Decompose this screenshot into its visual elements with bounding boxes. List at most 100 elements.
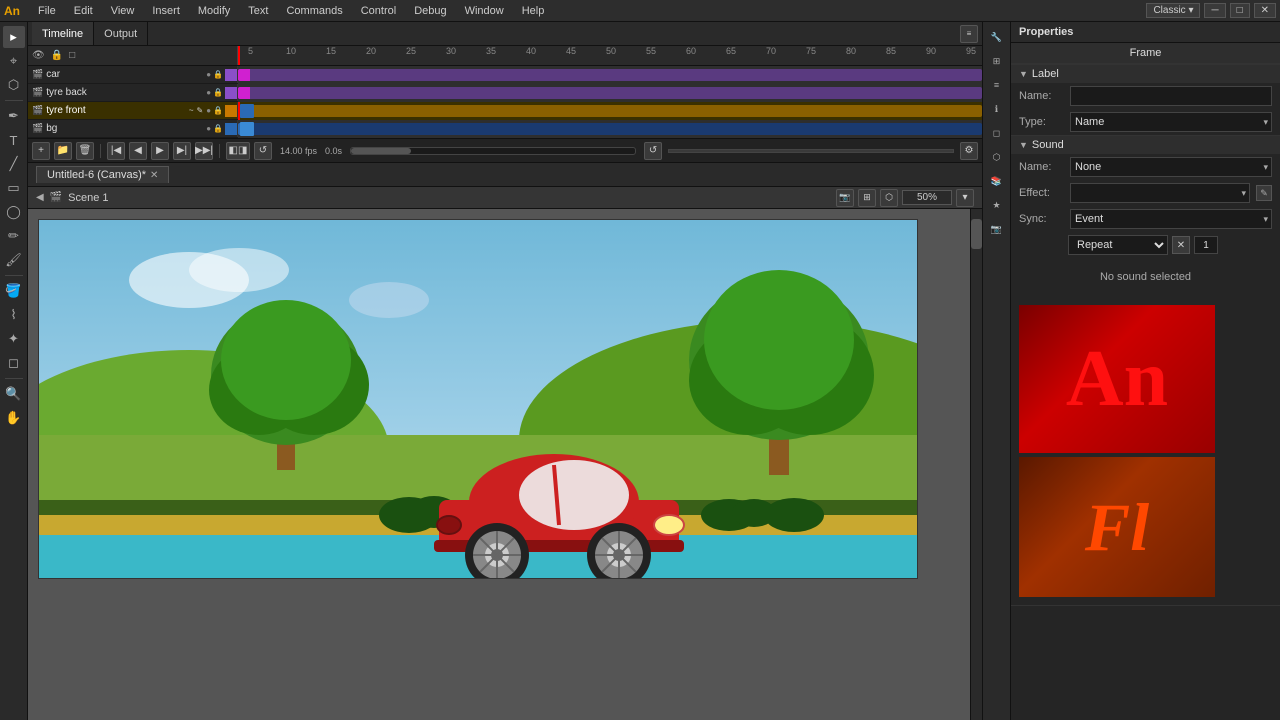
tools-icon[interactable]: 🔧 <box>986 26 1008 48</box>
sound-repeat-count[interactable] <box>1194 236 1218 254</box>
timeline-settings-btn[interactable]: ⚙ <box>960 142 978 160</box>
menu-window[interactable]: Window <box>457 0 512 21</box>
align-btn[interactable]: ⊞ <box>858 189 876 207</box>
timeline-scrollbar[interactable] <box>350 147 636 155</box>
pencil-tool[interactable]: ✏ <box>3 225 25 247</box>
line-tool[interactable]: ╱ <box>3 153 25 175</box>
play-btn[interactable]: ▶ <box>151 142 169 160</box>
paint-bucket[interactable]: 🪣 <box>3 280 25 302</box>
effects-icon[interactable]: ★ <box>986 194 1008 216</box>
info-icon[interactable]: ℹ <box>986 98 1008 120</box>
layer-name-tyre-back[interactable]: tyre back <box>46 87 203 98</box>
hand-tool[interactable]: ✋ <box>3 407 25 429</box>
lock-dot-tyre-back[interactable]: 🔒 <box>213 88 223 97</box>
timeline-scrollbar-thumb[interactable] <box>351 148 411 154</box>
loop-btn[interactable]: ↺ <box>254 142 272 160</box>
props-icon[interactable]: ◻ <box>986 122 1008 144</box>
back-scene-btn[interactable]: ◀ <box>36 192 44 203</box>
eraser-tool[interactable]: ◻ <box>3 352 25 374</box>
subselect-tool[interactable]: ⌖ <box>3 50 25 72</box>
align-icon[interactable]: ≡ <box>986 74 1008 96</box>
frame-num-25: 25 <box>406 46 416 56</box>
transform-btn[interactable]: ⬡ <box>880 189 898 207</box>
timeline-frames-car[interactable] <box>238 66 982 84</box>
sound-repeat-select[interactable]: Repeat Loop <box>1068 235 1168 255</box>
grid-icon[interactable]: ⊞ <box>986 50 1008 72</box>
go-to-first-btn[interactable]: |◀ <box>107 142 125 160</box>
eyedropper[interactable]: ✦ <box>3 328 25 350</box>
canvas-stage[interactable] <box>28 209 982 720</box>
visibility-dot-tyre-front[interactable]: ● <box>206 106 211 115</box>
close-btn[interactable]: ✕ <box>1254 3 1276 18</box>
canvas-vscroll-thumb[interactable] <box>971 219 982 249</box>
timeline-menu-btn[interactable]: ↺ <box>644 142 662 160</box>
minimize-btn[interactable]: ─ <box>1204 3 1225 18</box>
layer-name-bg[interactable]: bg <box>46 123 203 134</box>
tab-timeline[interactable]: Timeline <box>32 22 94 45</box>
transform-tool[interactable]: ⬡ <box>3 74 25 96</box>
camera-icon-side[interactable]: 📷 <box>986 218 1008 240</box>
menu-modify[interactable]: Modify <box>190 0 238 21</box>
menu-help[interactable]: Help <box>514 0 553 21</box>
menu-edit[interactable]: Edit <box>66 0 101 21</box>
new-layer-btn[interactable]: + <box>32 142 50 160</box>
layer-info-car: 🎬 car ● 🔒 <box>28 66 238 83</box>
sound-section-header[interactable]: ▼ Sound <box>1011 136 1280 154</box>
pen-tool[interactable]: ✒ <box>3 105 25 127</box>
lock-dot-tyre-front[interactable]: 🔒 <box>213 106 223 115</box>
sound-effect-select[interactable] <box>1070 183 1250 203</box>
timeline-frames-tyre-front[interactable] <box>238 102 982 120</box>
timeline-frames-bg[interactable] <box>238 120 982 138</box>
timeline-frames-tyre-back[interactable] <box>238 84 982 102</box>
step-forward-btn[interactable]: ▶| <box>173 142 191 160</box>
lock-dot-bg[interactable]: 🔒 <box>213 124 223 133</box>
onion-skin-btn[interactable]: ◧◨ <box>226 142 250 160</box>
timeline-collapse-btn[interactable]: ≡ <box>960 25 978 43</box>
step-back-btn[interactable]: ◀ <box>129 142 147 160</box>
sound-sync-select[interactable]: Event Start Stop Stream <box>1070 209 1272 229</box>
maximize-btn[interactable]: □ <box>1230 3 1250 18</box>
menu-view[interactable]: View <box>103 0 143 21</box>
brush-tool[interactable]: 🖌 <box>3 249 25 271</box>
components-icon[interactable]: ⬡ <box>986 146 1008 168</box>
lock-dot-car[interactable]: 🔒 <box>213 70 223 79</box>
new-folder-btn[interactable]: 📁 <box>54 142 72 160</box>
menu-file[interactable]: File <box>30 0 64 21</box>
visibility-dot-car[interactable]: ● <box>206 70 211 79</box>
menu-insert[interactable]: Insert <box>144 0 188 21</box>
rect-tool[interactable]: ▭ <box>3 177 25 199</box>
menu-text[interactable]: Text <box>240 0 276 21</box>
sound-name-select[interactable]: None <box>1070 157 1272 177</box>
canvas-vscroll[interactable] <box>970 209 982 720</box>
layer-name-tyre-front[interactable]: tyre front <box>46 105 184 116</box>
canvas-tab-close-btn[interactable]: ✕ <box>150 170 158 181</box>
library-icon[interactable]: 📚 <box>986 170 1008 192</box>
layer-icon-tyre-front: 🎬 <box>32 105 43 116</box>
text-tool[interactable]: T <box>3 129 25 151</box>
menu-debug[interactable]: Debug <box>406 0 454 21</box>
frame-num-95: 95 <box>966 46 976 56</box>
label-name-input[interactable] <box>1070 86 1272 106</box>
menu-control[interactable]: Control <box>353 0 404 21</box>
label-type-select[interactable]: Name Comment Anchor <box>1070 112 1272 132</box>
oval-tool[interactable]: ◯ <box>3 201 25 223</box>
go-to-last-btn[interactable]: ▶▶| <box>195 142 213 160</box>
camera-btn[interactable]: 📷 <box>836 189 854 207</box>
select-tool[interactable]: ▸ <box>3 26 25 48</box>
visibility-dot-bg[interactable]: ● <box>206 124 211 133</box>
delete-layer-btn[interactable]: 🗑 <box>76 142 94 160</box>
zoom-dropdown-btn[interactable]: ▾ <box>956 189 974 207</box>
right-side-icons: 🔧 ⊞ ≡ ℹ ◻ ⬡ 📚 ★ 📷 <box>982 22 1010 720</box>
sound-repeat-x-btn[interactable]: ✕ <box>1172 236 1190 254</box>
ink-bottle[interactable]: ⌇ <box>3 304 25 326</box>
zoom-tool[interactable]: 🔍 <box>3 383 25 405</box>
label-section-header[interactable]: ▼ Label <box>1011 65 1280 83</box>
visibility-dot-tyre-back[interactable]: ● <box>206 88 211 97</box>
menu-commands[interactable]: Commands <box>278 0 350 21</box>
zoom-slider[interactable] <box>668 149 954 153</box>
sound-edit-btn[interactable]: ✎ <box>1256 185 1272 201</box>
workspace-btn[interactable]: Classic ▾ <box>1146 3 1200 18</box>
canvas-tab[interactable]: Untitled-6 (Canvas)* ✕ <box>36 166 169 183</box>
layer-name-car[interactable]: car <box>46 69 203 80</box>
tab-output[interactable]: Output <box>94 22 148 45</box>
